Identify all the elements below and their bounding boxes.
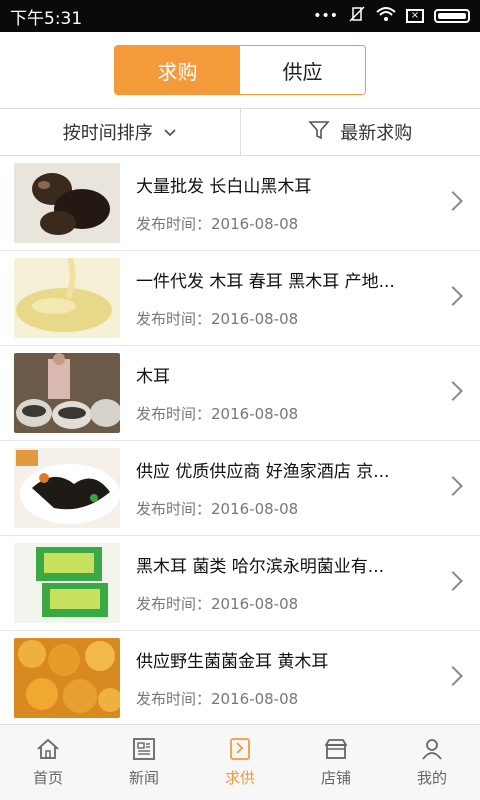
- chevron-right-icon: [443, 571, 463, 591]
- product-thumbnail: [14, 258, 120, 338]
- sort-label: 按时间排序: [62, 123, 153, 144]
- tab-label: 新闻: [128, 769, 159, 787]
- tab-label: 我的: [416, 769, 447, 787]
- store-icon: [324, 739, 348, 759]
- product-thumbnail: [14, 543, 120, 623]
- home-icon: [37, 738, 59, 759]
- tab-label: 店铺: [320, 769, 351, 787]
- chevron-down-icon: [163, 122, 177, 143]
- no-sim-icon: ×: [406, 9, 424, 23]
- segmented-control: 求购 供应: [114, 45, 366, 95]
- tab-supply-demand[interactable]: 求供: [192, 725, 288, 800]
- vibrate-off-icon: [348, 6, 366, 26]
- tab-store[interactable]: 店铺: [288, 725, 384, 800]
- item-title: 供应野生菌菌金耳 黄木耳: [136, 652, 329, 672]
- item-date: 发布时间：2016-08-08: [136, 690, 299, 708]
- list-item[interactable]: 黑木耳 菌类 哈尔滨永明菌业有... 发布时间：2016-08-08: [0, 536, 480, 631]
- tab-news[interactable]: 新闻: [96, 725, 192, 800]
- wifi-icon: [376, 6, 396, 26]
- product-thumbnail: [14, 353, 120, 433]
- item-title: 大量批发 长白山黑木耳: [136, 177, 312, 197]
- item-title: 木耳: [136, 367, 170, 387]
- status-time: 下午5:31: [10, 8, 83, 29]
- profile-icon: [422, 739, 442, 760]
- battery-icon: [434, 9, 470, 23]
- item-date: 发布时间：2016-08-08: [136, 500, 299, 518]
- list-item[interactable]: 供应野生菌菌金耳 黄木耳 发布时间：2016-08-08: [0, 631, 480, 724]
- item-texts: 黑木耳 菌类 哈尔滨永明菌业有... 发布时间：2016-08-08: [136, 552, 436, 614]
- latest-filter-button[interactable]: 最新求购: [241, 109, 480, 155]
- tab-label: 首页: [32, 769, 63, 787]
- request-list: 大量批发 长白山黑木耳 发布时间：2016-08-08 一件代发 木耳 春耳 黑…: [0, 156, 480, 724]
- latest-label: 最新求购: [340, 123, 413, 144]
- item-texts: 供应野生菌菌金耳 黄木耳 发布时间：2016-08-08: [136, 647, 436, 709]
- sort-dropdown[interactable]: 按时间排序: [0, 109, 240, 155]
- item-title: 一件代发 木耳 春耳 黑木耳 产地...: [136, 272, 395, 292]
- item-title: 供应 优质供应商 好渔家酒店 京...: [136, 462, 390, 482]
- item-date: 发布时间：2016-08-08: [136, 310, 299, 328]
- status-bar: 下午5:31 ••• ×: [0, 0, 480, 32]
- chevron-right-icon: [443, 381, 463, 401]
- item-texts: 大量批发 长白山黑木耳 发布时间：2016-08-08: [136, 172, 436, 234]
- list-item[interactable]: 供应 优质供应商 好渔家酒店 京... 发布时间：2016-08-08: [0, 441, 480, 536]
- chevron-right-icon: [443, 191, 463, 211]
- item-texts: 供应 优质供应商 好渔家酒店 京... 发布时间：2016-08-08: [136, 457, 436, 519]
- filter-bar: 按时间排序 最新求购: [0, 108, 480, 156]
- tab-buy-requests[interactable]: 求购: [115, 46, 240, 94]
- tab-supply[interactable]: 供应: [240, 46, 365, 94]
- supply-icon: [230, 738, 250, 760]
- bottom-tab-bar: 首页 新闻 求供 店铺 我的: [0, 724, 480, 800]
- more-dots-icon: •••: [313, 8, 338, 24]
- status-icons: ••• ×: [313, 6, 470, 26]
- chevron-right-icon: [443, 476, 463, 496]
- tab-home[interactable]: 首页: [0, 725, 96, 800]
- item-title: 黑木耳 菌类 哈尔滨永明菌业有...: [136, 557, 385, 577]
- list-item[interactable]: 一件代发 木耳 春耳 黑木耳 产地... 发布时间：2016-08-08: [0, 251, 480, 346]
- tab-profile[interactable]: 我的: [384, 725, 480, 800]
- news-icon: [133, 738, 155, 760]
- product-thumbnail: [14, 163, 120, 243]
- list-item[interactable]: 大量批发 长白山黑木耳 发布时间：2016-08-08: [0, 156, 480, 251]
- item-texts: 木耳 发布时间：2016-08-08: [136, 362, 436, 424]
- tab-label: 求供: [224, 769, 255, 787]
- item-date: 发布时间：2016-08-08: [136, 405, 299, 423]
- product-thumbnail: [14, 448, 120, 528]
- item-date: 发布时间：2016-08-08: [136, 215, 299, 233]
- item-date: 发布时间：2016-08-08: [136, 595, 299, 613]
- segment-bar: 求购 供应: [0, 32, 480, 108]
- product-thumbnail: [14, 638, 120, 718]
- item-texts: 一件代发 木耳 春耳 黑木耳 产地... 发布时间：2016-08-08: [136, 267, 436, 329]
- funnel-icon: [308, 119, 331, 146]
- chevron-right-icon: [443, 286, 463, 306]
- chevron-right-icon: [443, 666, 463, 686]
- list-item[interactable]: 木耳 发布时间：2016-08-08: [0, 346, 480, 441]
